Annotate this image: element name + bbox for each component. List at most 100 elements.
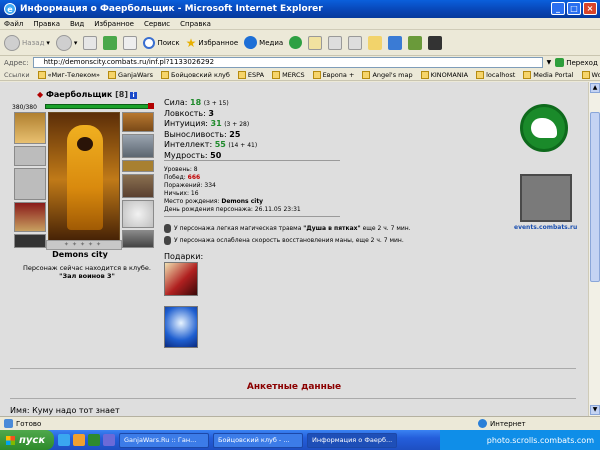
plugin-icon[interactable] — [408, 35, 423, 50]
link-item[interactable]: Европа + — [312, 70, 354, 79]
trauma-icon[interactable] — [164, 224, 171, 233]
gift-chocolate[interactable] — [164, 262, 198, 296]
media-quicklaunch-icon[interactable] — [103, 434, 115, 446]
gift-winter-tree[interactable] — [164, 306, 198, 348]
status-bar: Готово Интернет — [0, 416, 600, 430]
print-icon[interactable] — [328, 35, 343, 50]
shield-slot[interactable] — [122, 200, 154, 228]
link-item[interactable]: Media Portal — [523, 70, 574, 79]
go-button[interactable]: Переход — [555, 58, 598, 67]
scroll-up-icon[interactable]: ▲ — [590, 83, 600, 93]
taskbar-item[interactable]: Бойцовский клуб - ... — [213, 432, 303, 448]
helmet-slot[interactable] — [14, 112, 46, 144]
link-item[interactable]: Бойцовский клуб — [161, 70, 230, 79]
alignment-icon: ◆ — [37, 90, 44, 99]
mana-icon[interactable] — [164, 236, 171, 245]
armor-slot[interactable] — [14, 202, 46, 232]
forward-arrow-icon — [55, 34, 72, 51]
forward-button[interactable]: ▾ — [55, 34, 77, 51]
title-bar: e Информация о Фаербольщик - Microsoft I… — [0, 0, 600, 18]
links-bar: Ссылки «Миг-Телеком» GanjaWars Бойцовски… — [0, 69, 600, 81]
anket-title: Анкетные данные — [246, 382, 342, 392]
mail-icon[interactable] — [308, 35, 323, 50]
media-icon — [244, 36, 258, 49]
link-item[interactable]: GanjaWars — [108, 70, 153, 79]
media-button[interactable]: Медиа — [244, 36, 283, 49]
events-banner-label[interactable]: events.combats.ru — [514, 224, 577, 231]
menu-view[interactable]: Вид — [70, 20, 84, 28]
mail-quicklaunch-icon[interactable] — [73, 434, 85, 446]
address-input[interactable]: http://demonscity.combats.ru/inf.pl?1133… — [32, 57, 543, 68]
edit-icon[interactable] — [348, 35, 363, 50]
belt-slot[interactable] — [14, 234, 46, 248]
page-status-icon — [4, 419, 13, 428]
location-note: Персонаж сейчас находится в клубе. — [23, 264, 151, 272]
windows-logo-icon — [6, 435, 15, 445]
maximize-button[interactable]: □ — [567, 2, 581, 15]
back-arrow-icon — [4, 34, 20, 51]
scroll-down-icon[interactable]: ▼ — [590, 405, 600, 415]
menu-help[interactable]: Справка — [180, 20, 211, 28]
link-item[interactable]: MERCS — [272, 70, 305, 79]
messenger-icon[interactable] — [388, 35, 403, 50]
minimize-button[interactable]: _ — [551, 2, 565, 15]
links-label: Ссылки — [4, 70, 30, 79]
amulet-slot[interactable] — [14, 146, 46, 166]
bio-losses: Поражений: 334 — [164, 182, 216, 189]
search-button[interactable]: Поиск — [143, 36, 180, 49]
close-button[interactable]: × — [583, 2, 597, 15]
stat-row: Интеллект: 55 (14 + 41) — [164, 140, 258, 149]
menu-tools[interactable]: Сервис — [144, 20, 170, 28]
back-button[interactable]: Назад ▾ — [4, 34, 50, 51]
watermark: photo.scrolls.combats.com — [486, 435, 594, 445]
link-item[interactable]: Angel's map — [362, 70, 413, 79]
address-dropdown-icon[interactable]: ▼ — [547, 59, 552, 66]
gloves-slot[interactable] — [122, 174, 154, 198]
boots-slot[interactable] — [122, 230, 154, 248]
rings-slot[interactable] — [122, 160, 154, 172]
ie-quicklaunch-icon[interactable] — [58, 434, 70, 446]
menu-favorites[interactable]: Избранное — [94, 20, 134, 28]
quick-launch — [58, 434, 115, 446]
tool-icon[interactable] — [428, 35, 443, 50]
effect-item: У персонажа легкая магическая травма "Ду… — [164, 223, 411, 235]
divider — [10, 398, 576, 399]
refresh-icon[interactable] — [103, 35, 118, 50]
taskbar-item-active[interactable]: Информация о Фаерб... — [307, 432, 397, 448]
scroll-thumb[interactable] — [590, 112, 600, 282]
vertical-scrollbar[interactable]: ▲ ▼ — [588, 82, 600, 416]
character-name[interactable]: ◆ Фаербольщик [8] i — [37, 90, 138, 99]
folder-icon[interactable] — [368, 35, 383, 50]
earrings-slot[interactable] — [122, 112, 154, 132]
taskbar-item[interactable]: GanjaWars.Ru :: Ган... — [119, 432, 209, 448]
info-icon[interactable]: i — [130, 92, 138, 99]
effect-item: У персонажа ослаблена скорость восстанов… — [164, 235, 411, 247]
favorites-button[interactable]: ★ Избранное — [186, 36, 239, 50]
weapon-slot[interactable] — [14, 168, 46, 200]
heart-icon — [148, 103, 154, 109]
link-item[interactable]: WoW migtel — [581, 70, 600, 79]
ie-logo-icon: e — [4, 3, 16, 15]
bio-draws: Ничьих: 16 — [164, 190, 199, 197]
star-icon: ★ — [185, 35, 197, 50]
start-button[interactable]: пуск — [0, 430, 54, 450]
stat-row: Сила: 18 (3 + 15) — [164, 98, 229, 107]
menu-file[interactable]: Файл — [4, 20, 23, 28]
menu-edit[interactable]: Правка — [33, 20, 60, 28]
link-item[interactable]: «Миг-Телеком» — [37, 70, 100, 79]
stop-icon[interactable] — [83, 35, 98, 50]
page-icon — [476, 70, 485, 79]
desktop-quicklaunch-icon[interactable] — [88, 434, 100, 446]
page-icon — [581, 70, 590, 79]
bio-birthday: День рождения персонажа: 26.11.05 23:31 — [164, 206, 301, 213]
history-icon[interactable] — [289, 36, 303, 49]
page-icon — [161, 70, 170, 79]
hp-text: 380/380 — [12, 104, 37, 111]
link-item[interactable]: KINOMANIA — [420, 70, 468, 79]
bracers-slot[interactable] — [122, 134, 154, 158]
home-icon[interactable] — [123, 35, 138, 50]
link-item[interactable]: localhost — [476, 70, 515, 79]
events-banner[interactable] — [520, 174, 572, 222]
clan-emblem-icon[interactable] — [520, 104, 568, 152]
link-item[interactable]: ESPA — [237, 70, 264, 79]
